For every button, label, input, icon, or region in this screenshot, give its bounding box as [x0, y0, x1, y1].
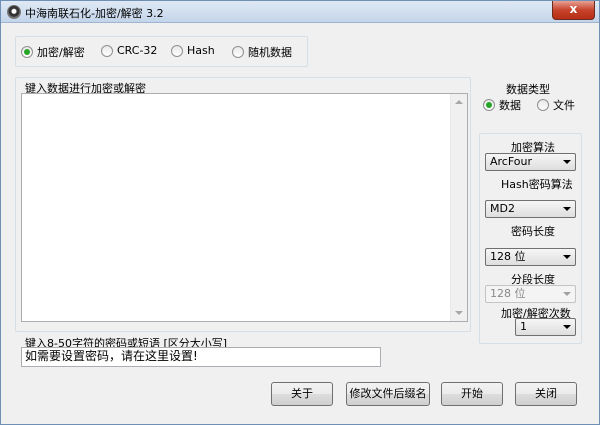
hash-value: MD2	[490, 202, 515, 215]
chevron-down-icon	[563, 325, 571, 329]
radio-dot-selected-icon	[483, 99, 495, 111]
radio-encrypt-decrypt[interactable]: 加密/解密	[21, 44, 85, 60]
textarea-scrollbar[interactable]	[450, 94, 467, 321]
hash-label: Hash密码算法	[501, 178, 573, 191]
key-length-value: 128 位	[490, 250, 526, 263]
chevron-down-icon	[563, 292, 571, 296]
key-length-select[interactable]: 128 位	[485, 248, 576, 266]
radio-file[interactable]: 文件	[537, 97, 575, 113]
radio-data[interactable]: 数据	[483, 97, 521, 113]
algorithm-select[interactable]: ArcFour	[485, 153, 576, 171]
radio-dot-icon	[537, 99, 549, 111]
about-button[interactable]: 关于	[271, 382, 333, 406]
rename-extension-button[interactable]: 修改文件后缀名	[346, 382, 430, 406]
algorithm-value: ArcFour	[490, 155, 533, 168]
data-input-textarea[interactable]	[21, 93, 468, 322]
radio-dot-icon	[232, 46, 244, 58]
radio-dot-selected-icon	[21, 46, 33, 58]
radio-hash[interactable]: Hash	[171, 44, 215, 57]
radio-crc32[interactable]: CRC-32	[101, 44, 157, 57]
radio-label: 加密/解密	[37, 46, 85, 59]
radio-dot-icon	[171, 44, 183, 57]
radio-label: 文件	[553, 99, 575, 112]
radio-label: 数据	[499, 99, 521, 112]
segment-length-select[interactable]: 128 位	[485, 285, 576, 303]
start-button[interactable]: 开始	[441, 382, 503, 406]
key-length-label: 密码长度	[511, 225, 555, 238]
rounds-select[interactable]: 1	[515, 318, 576, 336]
window-close-button[interactable]: x	[552, 1, 595, 20]
chevron-down-icon	[563, 207, 571, 211]
app-window: 中海南联石化-加密/解密 3.2 x 加密/解密 CRC-32 Hash 随机数…	[0, 0, 600, 425]
radio-label: Hash	[187, 44, 215, 57]
radio-dot-icon	[101, 44, 113, 57]
title-bar[interactable]: 中海南联石化-加密/解密 3.2 x	[1, 1, 599, 23]
scroll-up-icon[interactable]	[455, 100, 463, 104]
data-type-title: 数据类型	[506, 83, 550, 96]
radio-label: 随机数据	[248, 46, 292, 59]
segment-length-value: 128 位	[490, 287, 526, 300]
password-input[interactable]: 如需要设置密码，请在这里设置!	[21, 347, 381, 367]
scroll-down-icon[interactable]	[455, 311, 463, 315]
window-title: 中海南联石化-加密/解密 3.2	[25, 7, 164, 20]
radio-label: CRC-32	[117, 44, 158, 57]
rounds-value: 1	[520, 320, 527, 333]
chevron-down-icon	[563, 160, 571, 164]
close-button[interactable]: 关闭	[515, 382, 577, 406]
app-icon	[7, 5, 21, 19]
radio-random-data[interactable]: 随机数据	[232, 44, 292, 60]
hash-select[interactable]: MD2	[485, 200, 576, 218]
chevron-down-icon	[563, 255, 571, 259]
